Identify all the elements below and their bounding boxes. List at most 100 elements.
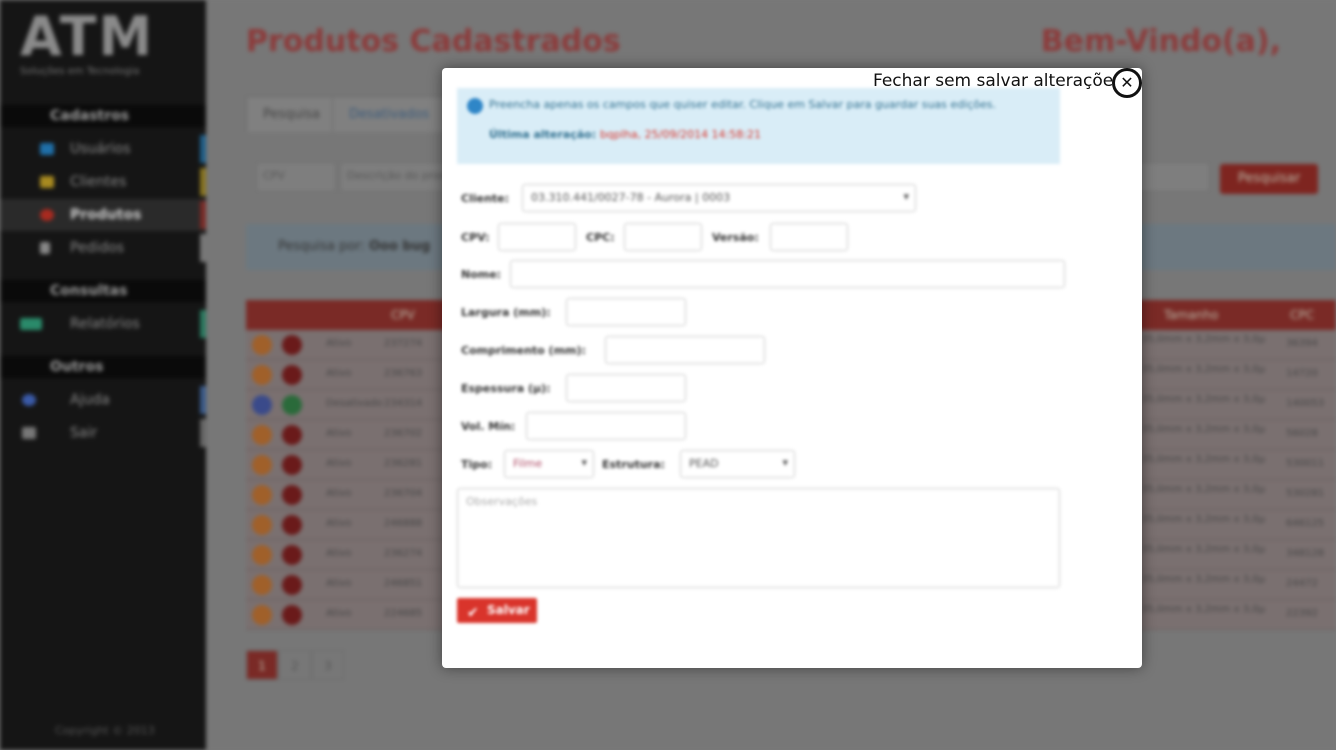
save-button[interactable]: ✔ Salvar <box>457 598 537 623</box>
filter-value: Ooo bug <box>368 239 431 254</box>
row-status: Ativo <box>326 578 352 589</box>
edit-icon[interactable] <box>252 515 272 535</box>
estrutura-select[interactable]: PEAD <box>680 450 795 478</box>
nome-input[interactable] <box>510 260 1065 288</box>
row-size: 35,0mm x 3,2mm x 3,0μ <box>1141 424 1265 435</box>
search-button[interactable]: Pesquisar <box>1220 164 1318 194</box>
page-3[interactable]: 3 <box>312 650 344 680</box>
sidebar: ATM Soluções em Tecnologia Cadastros Usu… <box>0 0 206 750</box>
last-edit-value: bqplha, 25/09/2014 14:58:21 <box>599 128 761 141</box>
sidebar-item-relatorios[interactable]: Relatórios <box>0 308 206 340</box>
deactivate-icon[interactable] <box>282 485 302 505</box>
edit-icon[interactable] <box>252 395 272 415</box>
observacoes-textarea[interactable]: Observações <box>457 488 1060 588</box>
row-cpv: 236763 <box>384 368 423 379</box>
search-cpv-input[interactable]: CPV <box>256 162 336 192</box>
row-cpv: 246851 <box>384 578 423 589</box>
edit-icon[interactable] <box>252 455 272 475</box>
row-cpv: 237274 <box>384 338 423 349</box>
row-status: Ativo <box>326 428 352 439</box>
deactivate-icon[interactable] <box>282 545 302 565</box>
deactivate-icon[interactable] <box>282 365 302 385</box>
orders-icon <box>40 242 50 254</box>
largura-input[interactable] <box>566 298 686 326</box>
row-status: Ativo <box>326 548 352 559</box>
row-status: Ativo <box>326 608 352 619</box>
sidebar-item-clientes[interactable]: Clientes <box>0 166 206 198</box>
row-cpv: 236274 <box>384 548 423 559</box>
sidebar-item-label: Sair <box>70 425 98 441</box>
row-cpv: 236281 <box>384 458 423 469</box>
users-icon <box>40 143 54 155</box>
logo: ATM Soluções em Tecnologia <box>20 10 185 80</box>
row-cpc: 348128 <box>1286 548 1325 559</box>
deactivate-icon[interactable] <box>282 605 302 625</box>
edit-icon[interactable] <box>252 545 272 565</box>
row-size: 35,0mm x 3,2mm x 3,0μ <box>1141 574 1265 585</box>
sidebar-section-cadastros: Cadastros <box>0 105 206 127</box>
largura-label: Largura (mm): <box>461 306 551 319</box>
row-size: 35,0mm x 3,2mm x 3,0μ <box>1141 454 1265 465</box>
reports-icon <box>20 318 42 330</box>
row-cpc: 56028 <box>1286 428 1318 439</box>
versao-input[interactable] <box>770 223 848 251</box>
cpv-input[interactable] <box>498 223 576 251</box>
row-status: Ativo <box>326 488 352 499</box>
edit-icon[interactable] <box>252 365 272 385</box>
volmin-input[interactable] <box>526 412 686 440</box>
row-size: 35,0mm x 3,2mm x 3,0μ <box>1141 544 1265 555</box>
edit-icon[interactable] <box>252 485 272 505</box>
volmin-label: Vol. Mín: <box>461 420 516 433</box>
deactivate-icon[interactable] <box>282 455 302 475</box>
row-cpv: 236702 <box>384 428 423 439</box>
cliente-select[interactable]: 03.310.441/0027-78 - Aurora | 0003 <box>522 184 916 212</box>
tab-pesquisa[interactable]: Pesquisa <box>246 96 337 132</box>
cpc-label: CPC: <box>586 231 615 244</box>
sidebar-item-sair[interactable]: Sair <box>0 417 206 449</box>
sidebar-item-usuarios[interactable]: Usuários <box>0 133 206 165</box>
sidebar-section-consultas: Consultas <box>0 280 206 302</box>
edit-icon[interactable] <box>252 605 272 625</box>
filter-label: Pesquisa por: <box>278 239 365 254</box>
row-cpv: 236704 <box>384 488 423 499</box>
deactivate-icon[interactable] <box>282 335 302 355</box>
edit-icon[interactable] <box>252 335 272 355</box>
row-cpc: 22392 <box>1286 608 1318 619</box>
last-edit-label: Última alteração: <box>489 128 597 141</box>
sidebar-item-produtos[interactable]: Produtos <box>0 199 206 231</box>
tipo-select[interactable]: Filme <box>504 450 594 478</box>
espessura-input[interactable] <box>566 374 686 402</box>
sidebar-item-label: Ajuda <box>70 392 110 408</box>
sidebar-item-ajuda[interactable]: Ajuda <box>0 384 206 416</box>
deactivate-icon[interactable] <box>282 575 302 595</box>
comprimento-input[interactable] <box>605 336 765 364</box>
row-cpv: 234314 <box>384 398 423 409</box>
row-cpc: 14720 <box>1286 368 1318 379</box>
tab-desativados[interactable]: Desativados <box>332 96 447 132</box>
edit-icon[interactable] <box>252 575 272 595</box>
help-icon <box>22 394 36 406</box>
sidebar-item-label: Usuários <box>70 141 131 157</box>
deactivate-icon[interactable] <box>282 515 302 535</box>
page-1[interactable]: 1 <box>246 650 278 680</box>
row-size: 35,0mm x 3,2mm x 3,0μ <box>1141 364 1265 375</box>
page-2[interactable]: 2 <box>279 650 311 680</box>
cliente-label: Cliente: <box>461 192 510 205</box>
last-edit: Última alteração: bqplha, 25/09/2014 14:… <box>489 128 761 141</box>
save-button-label: Salvar <box>487 603 530 617</box>
cpc-input[interactable] <box>624 223 702 251</box>
info-icon <box>467 98 483 114</box>
comprimento-label: Comprimento (mm): <box>461 344 586 357</box>
row-cpc: 530281 <box>1286 488 1325 499</box>
activate-icon[interactable] <box>282 395 302 415</box>
edit-icon[interactable] <box>252 425 272 445</box>
deactivate-icon[interactable] <box>282 425 302 445</box>
products-icon <box>40 209 54 221</box>
sidebar-item-pedidos[interactable]: Pedidos <box>0 232 206 264</box>
row-cpc: 530011 <box>1286 458 1325 469</box>
row-cpv: 224685 <box>384 608 423 619</box>
row-size: 35,0mm x 3,2mm x 3,0μ <box>1141 334 1265 345</box>
close-icon[interactable]: ✕ <box>1112 68 1142 98</box>
column-cpc: CPC <box>1290 308 1314 322</box>
clients-icon <box>40 176 54 188</box>
